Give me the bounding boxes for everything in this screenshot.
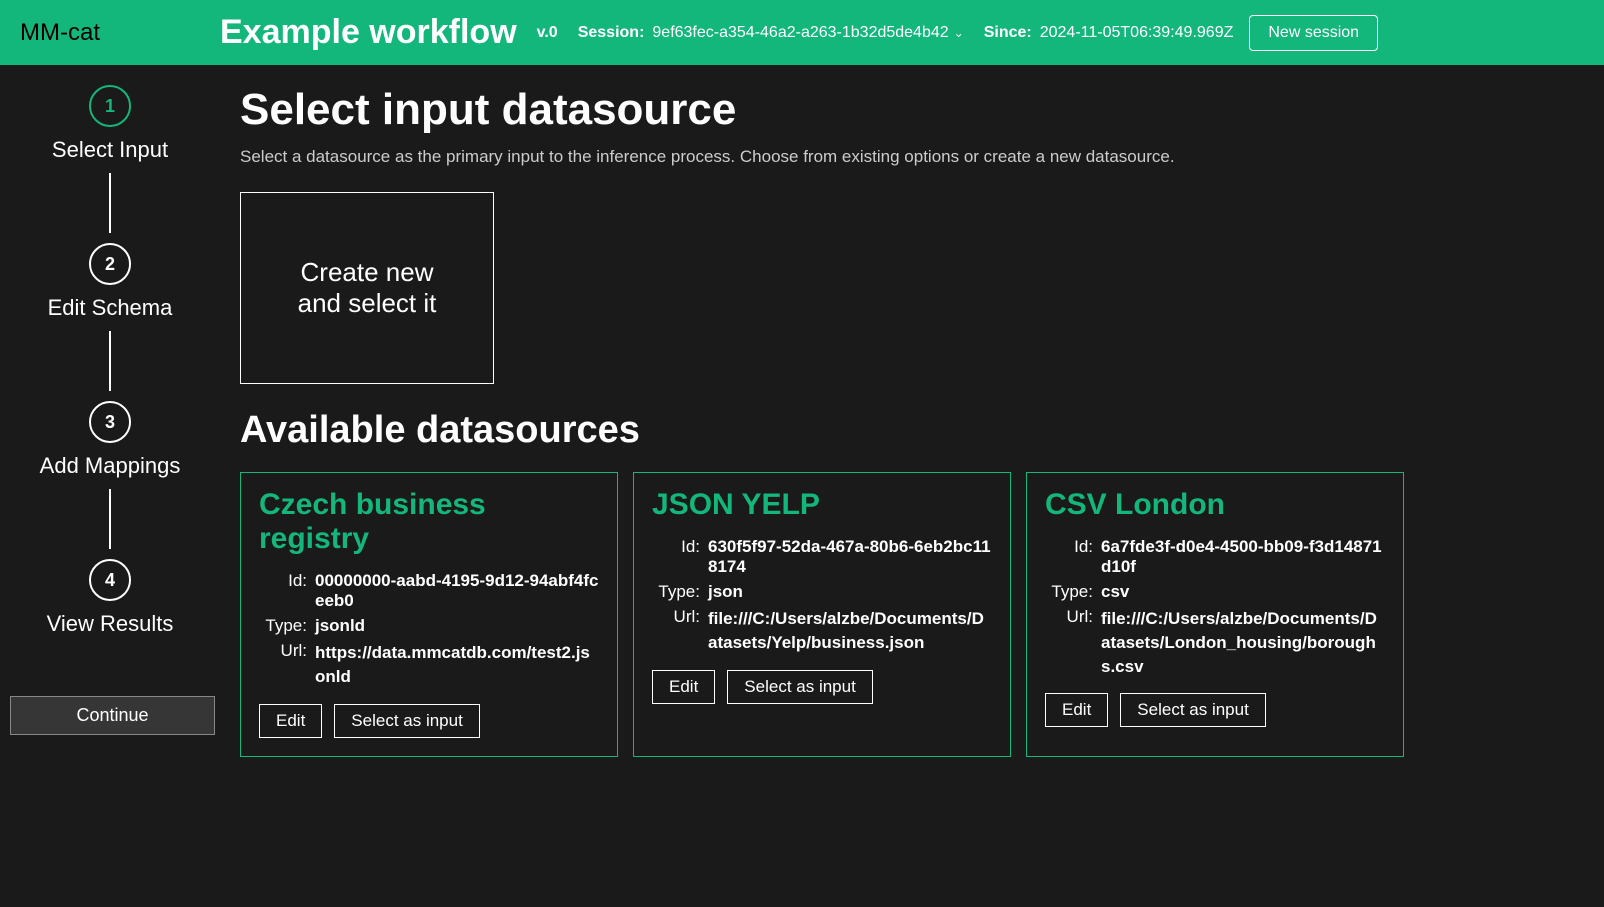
select-as-input-button[interactable]: Select as input <box>334 704 480 738</box>
step-number-1: 1 <box>89 85 131 127</box>
version: v.0 <box>537 24 558 42</box>
since-label: Since: <box>984 24 1032 42</box>
select-as-input-button[interactable]: Select as input <box>1120 693 1266 727</box>
since-value: 2024-11-05T06:39:49.969Z <box>1040 24 1234 42</box>
url-label: Url: <box>652 607 700 655</box>
datasource-card-czech: Czech business registry Id: 00000000-aab… <box>240 472 618 757</box>
create-new-line2: and select it <box>298 288 437 319</box>
id-label: Id: <box>652 537 700 577</box>
available-datasources-title: Available datasources <box>240 409 1584 452</box>
step-number-3: 3 <box>89 401 131 443</box>
datasource-title: Czech business registry <box>259 488 599 556</box>
datasource-cards: Czech business registry Id: 00000000-aab… <box>240 472 1584 757</box>
url-label: Url: <box>259 641 307 689</box>
session-value: 9ef63fec-a354-46a2-a263-1b32d5de4b42 <box>652 24 948 42</box>
step-number-4: 4 <box>89 559 131 601</box>
datasource-url: file:///C:/Users/alzbe/Documents/Dataset… <box>708 607 992 655</box>
datasource-title: JSON YELP <box>652 488 992 522</box>
step-label-1: Select Input <box>52 137 168 163</box>
datasource-card-yelp: JSON YELP Id: 630f5f97-52da-467a-80b6-6e… <box>633 472 1011 757</box>
step-label-3: Add Mappings <box>40 453 181 479</box>
workflow-title: Example workflow <box>220 13 517 52</box>
logo: MM-cat <box>20 19 220 47</box>
main-content: Select input datasource Select a datasou… <box>220 85 1604 757</box>
datasource-card-london: CSV London Id: 6a7fde3f-d0e4-4500-bb09-f… <box>1026 472 1404 757</box>
step-connector <box>109 173 111 233</box>
datasource-url: file:///C:/Users/alzbe/Documents/Dataset… <box>1101 607 1385 678</box>
step-label-4: View Results <box>47 611 174 637</box>
session-label: Session: <box>578 24 645 42</box>
datasource-title: CSV London <box>1045 488 1385 522</box>
edit-button[interactable]: Edit <box>259 704 322 738</box>
type-label: Type: <box>259 616 307 636</box>
id-label: Id: <box>259 571 307 611</box>
step-number-2: 2 <box>89 243 131 285</box>
type-label: Type: <box>652 582 700 602</box>
create-new-datasource-button[interactable]: Create new and select it <box>240 192 494 384</box>
datasource-type: csv <box>1101 582 1385 602</box>
id-label: Id: <box>1045 537 1093 577</box>
chevron-down-icon: ⌄ <box>954 26 964 40</box>
continue-button[interactable]: Continue <box>10 696 215 735</box>
page-title: Select input datasource <box>240 85 1584 135</box>
header: MM-cat Example workflow v.0 Session: 9ef… <box>0 0 1604 65</box>
select-as-input-button[interactable]: Select as input <box>727 670 873 704</box>
edit-button[interactable]: Edit <box>652 670 715 704</box>
page-subtitle: Select a datasource as the primary input… <box>240 147 1584 167</box>
step-add-mappings[interactable]: 3 Add Mappings <box>40 401 181 479</box>
sidebar: 1 Select Input 2 Edit Schema 3 Add Mappi… <box>0 85 220 757</box>
step-view-results[interactable]: 4 View Results <box>47 559 174 637</box>
datasource-type: jsonld <box>315 616 599 636</box>
new-session-button[interactable]: New session <box>1249 15 1378 51</box>
create-new-line1: Create new <box>301 257 434 288</box>
datasource-url: https://data.mmcatdb.com/test2.jsonld <box>315 641 599 689</box>
url-label: Url: <box>1045 607 1093 678</box>
type-label: Type: <box>1045 582 1093 602</box>
datasource-id: 00000000-aabd-4195-9d12-94abf4fceeb0 <box>315 571 599 611</box>
edit-button[interactable]: Edit <box>1045 693 1108 727</box>
step-select-input[interactable]: 1 Select Input <box>52 85 168 163</box>
step-connector <box>109 489 111 549</box>
step-label-2: Edit Schema <box>48 295 173 321</box>
session-dropdown[interactable]: 9ef63fec-a354-46a2-a263-1b32d5de4b42 ⌄ <box>652 24 983 42</box>
datasource-id: 6a7fde3f-d0e4-4500-bb09-f3d14871d10f <box>1101 537 1385 577</box>
step-edit-schema[interactable]: 2 Edit Schema <box>48 243 173 321</box>
datasource-id: 630f5f97-52da-467a-80b6-6eb2bc118174 <box>708 537 992 577</box>
datasource-type: json <box>708 582 992 602</box>
step-connector <box>109 331 111 391</box>
